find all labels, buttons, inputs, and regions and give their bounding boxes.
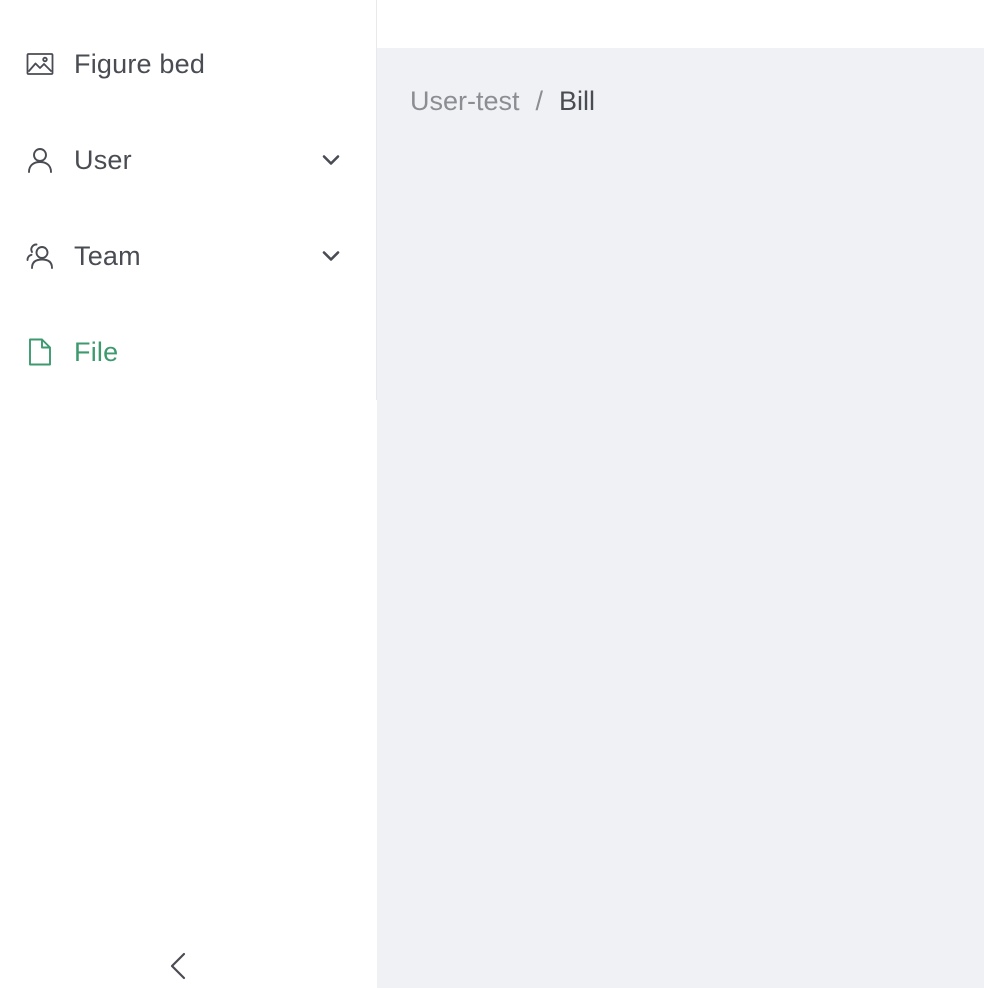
sidebar-menu: Figure bed User Team File <box>0 16 376 400</box>
sidebar: Figure bed User Team File <box>0 0 376 988</box>
sidebar-item-file[interactable]: File <box>0 304 376 400</box>
collapse-sidebar-button[interactable] <box>164 950 192 982</box>
sidebar-item-label: Team <box>74 240 141 271</box>
chevron-down-icon[interactable] <box>320 149 342 171</box>
breadcrumb-current: Bill <box>559 86 596 116</box>
sidebar-item-figure-bed[interactable]: Figure bed <box>0 16 376 112</box>
sidebar-item-user[interactable]: User <box>0 112 376 208</box>
sidebar-item-team[interactable]: Team <box>0 208 376 304</box>
breadcrumb-parent-link[interactable]: User-test <box>410 86 520 117</box>
team-icon <box>26 242 54 270</box>
breadcrumb-separator: / <box>535 86 544 116</box>
user-icon <box>26 146 54 174</box>
breadcrumb: User-test / Bill <box>410 86 595 117</box>
top-header <box>377 0 984 48</box>
image-icon <box>26 50 54 78</box>
sidebar-item-label: File <box>74 336 119 367</box>
sidebar-item-label: Figure bed <box>74 48 206 79</box>
sidebar-item-label: User <box>74 144 132 175</box>
chevron-left-icon <box>170 952 186 980</box>
chevron-down-icon[interactable] <box>320 245 342 267</box>
file-icon <box>26 338 54 366</box>
main-content: User-test / Bill <box>377 48 984 988</box>
